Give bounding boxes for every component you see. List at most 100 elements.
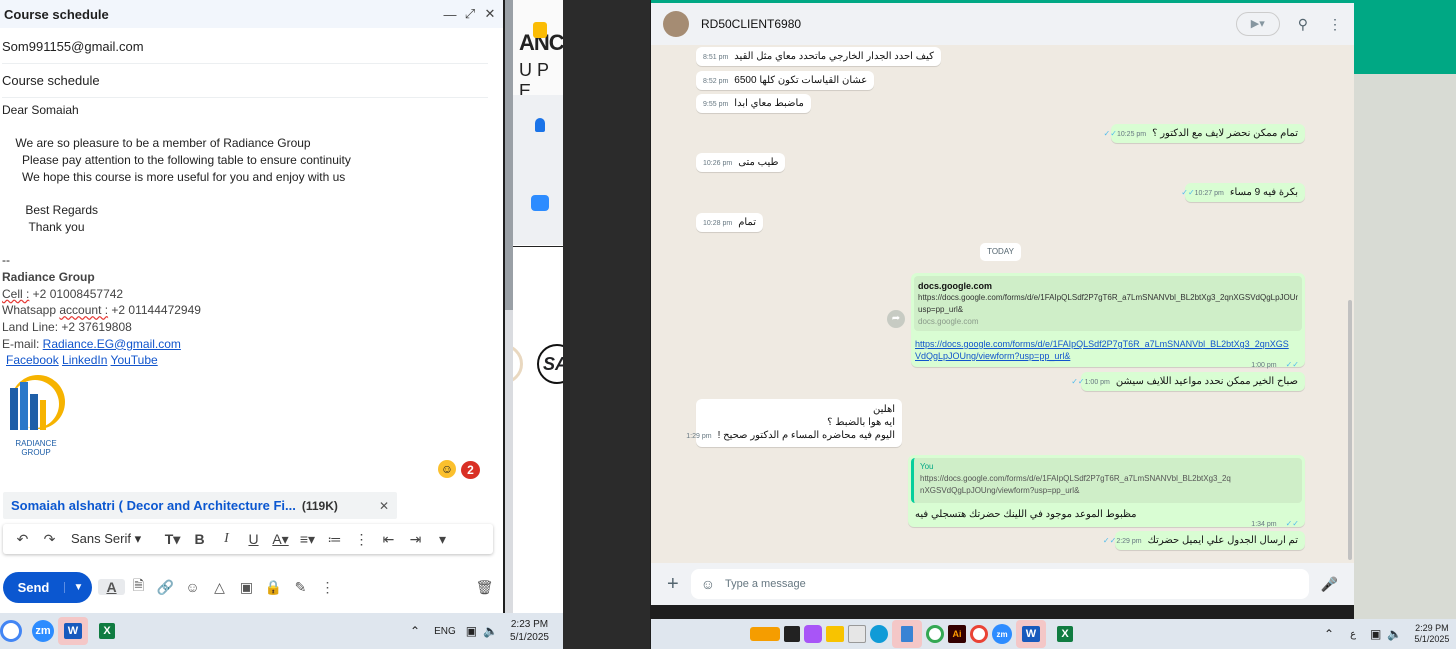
underline-icon[interactable]: U	[240, 531, 267, 547]
more-options-icon[interactable]: ⋮	[314, 579, 341, 596]
drive-icon[interactable]: △	[206, 579, 233, 596]
copilot-icon[interactable]	[804, 625, 822, 643]
message-bubble-incoming[interactable]: طيب متى10:26 pm	[696, 153, 786, 172]
taskbar-search[interactable]	[651, 623, 746, 645]
formatting-toggle-icon[interactable]: A	[98, 579, 125, 595]
notepad-icon[interactable]	[892, 620, 922, 648]
bulleted-list-icon[interactable]: ⋮	[348, 531, 375, 548]
clock[interactable]: 2:29 PM 5/1/2025	[1414, 623, 1449, 645]
attachment-chip[interactable]: Somaiah alshatri ( Decor and Architectur…	[3, 492, 397, 519]
italic-icon[interactable]: I	[213, 531, 240, 547]
remove-attachment-icon[interactable]: ✕	[379, 499, 389, 513]
confidential-mode-icon[interactable]: 🔒	[260, 579, 287, 596]
quoted-message[interactable]: You https://docs.google.com/forms/d/e/1F…	[911, 458, 1302, 503]
emoji-icon[interactable]: ☺	[438, 460, 456, 478]
message-bubble-incoming[interactable]: اهلين ايه هوا بالضبط ؟ اليوم فيه محاضره …	[686, 399, 902, 447]
clock[interactable]: 2:23 PM 5/1/2025	[510, 618, 549, 644]
youtube-link[interactable]: YouTube	[111, 353, 158, 367]
file-explorer-icon[interactable]	[826, 626, 844, 642]
forward-icon[interactable]: ➦	[887, 310, 905, 328]
message-bubble-outgoing[interactable]: صباح الخير ممكن نحدد مواعيد اللايف سيشن1…	[1071, 372, 1305, 391]
link-preview-card[interactable]: docs.google.com https://docs.google.com/…	[914, 276, 1302, 331]
send-button[interactable]: Send ▼	[3, 571, 92, 603]
discard-icon[interactable]: 🗑	[471, 579, 498, 596]
volume-icon[interactable]: 🔈	[483, 624, 498, 638]
close-icon[interactable]: ✕	[481, 6, 499, 22]
more-formatting-icon[interactable]: ▾	[429, 531, 456, 548]
message-bubble-outgoing[interactable]: تمام ممكن نحضر لايف مع الدكتور ؟10:25 pm…	[1104, 124, 1305, 143]
volume-icon[interactable]: 🔈	[1387, 627, 1402, 641]
message-input[interactable]: ☺ Type a message	[690, 569, 1309, 599]
align-icon[interactable]: ≡▾	[294, 531, 321, 548]
attach-file-icon[interactable]: 🗎	[125, 575, 152, 599]
avatar[interactable]	[663, 11, 689, 37]
text-color-icon[interactable]: A▾	[267, 531, 294, 548]
message-bubble-incoming[interactable]: كيف احدد الجدار الخارجي ماتحدد معاي مثل …	[696, 47, 941, 66]
numbered-list-icon[interactable]: ≔	[321, 531, 348, 548]
bold-icon[interactable]: B	[186, 531, 213, 547]
attachment-name[interactable]: Somaiah alshatri ( Decor and Architectur…	[11, 498, 296, 513]
indent-less-icon[interactable]: ⇤	[375, 531, 402, 548]
search-icon[interactable]: ⚲	[1298, 16, 1308, 33]
edge-icon[interactable]	[870, 625, 888, 643]
chrome-icon[interactable]	[926, 625, 944, 643]
chrome-profile-icon[interactable]	[970, 625, 988, 643]
illustrator-icon[interactable]: Ai	[948, 625, 966, 643]
read-receipt-icon: ✓✓	[1181, 188, 1195, 197]
undo-icon[interactable]: ↶	[9, 531, 36, 548]
emoji-icon[interactable]: ☺	[701, 576, 715, 592]
signature-company: Radiance Group	[2, 269, 95, 284]
network-icon[interactable]: ▣	[466, 624, 477, 638]
message-bubble-outgoing[interactable]: تم ارسال الجدول علي ايميل حضرتك2:29 pm✓✓	[1103, 531, 1305, 550]
chrome-icon[interactable]	[0, 620, 22, 642]
message-bubble-incoming[interactable]: ماضبط معاي ابدا9:55 pm	[696, 94, 811, 113]
chat-header[interactable]: RD50CLIENT6980 ▶▾ ⚲ ⋮	[651, 3, 1354, 45]
show-hidden-icons-icon[interactable]: ⌃	[1324, 627, 1334, 641]
excel-icon[interactable]: X	[1050, 620, 1080, 648]
minimize-icon[interactable]: —	[441, 7, 459, 22]
chat-scrollbar[interactable]	[1348, 300, 1352, 560]
snipping-tool-icon[interactable]	[848, 625, 866, 643]
message-bubble-outgoing[interactable]: بكرة فيه 9 مساء10:27 pm✓✓	[1181, 183, 1305, 202]
facebook-link[interactable]: Facebook	[6, 353, 59, 367]
insert-photo-icon[interactable]: ▣	[233, 579, 260, 596]
show-hidden-icons-icon[interactable]: ⌃	[410, 624, 420, 638]
attach-plus-icon[interactable]: +	[667, 573, 679, 596]
message-bubble-incoming[interactable]: تمام10:28 pm	[696, 213, 763, 232]
word-icon[interactable]: W	[58, 617, 88, 645]
message-body[interactable]: Dear Somaiah We are so pleasure to be a …	[2, 102, 492, 369]
zoom-icon[interactable]: zm	[32, 620, 54, 642]
background-page-strip: ANCE U P E SA	[513, 0, 563, 613]
link-message-bubble[interactable]: docs.google.com https://docs.google.com/…	[911, 273, 1305, 369]
insert-link-icon[interactable]: 🔗	[152, 579, 179, 596]
scrollbar-thumb[interactable]	[505, 0, 513, 310]
excel-icon[interactable]: X	[92, 617, 122, 645]
microphone-icon[interactable]: 🎤	[1321, 576, 1338, 593]
indent-more-icon[interactable]: ⇥	[402, 531, 429, 548]
send-options-icon[interactable]: ▼	[64, 581, 92, 593]
weather-widget-icon[interactable]	[750, 627, 780, 641]
redo-icon[interactable]: ↷	[36, 531, 63, 548]
word-icon[interactable]: W	[1016, 620, 1046, 648]
notification-badge[interactable]: 2	[459, 459, 482, 481]
contact-name[interactable]: RD50CLIENT6980	[701, 17, 1236, 31]
message-bubble-incoming[interactable]: عشان القياسات تكون كلها 65008:52 pm	[696, 71, 875, 90]
message-link[interactable]: https://docs.google.com/forms/d/e/1FAIpQ…	[915, 338, 1289, 362]
menu-icon[interactable]: ⋮	[1328, 16, 1342, 33]
insert-emoji-icon[interactable]: ☺	[179, 579, 206, 595]
email-link[interactable]: Radiance.EG@gmail.com	[43, 337, 181, 351]
network-icon[interactable]: ▣	[1370, 627, 1381, 641]
video-call-icon[interactable]: ▶▾	[1235, 12, 1280, 36]
language-indicator[interactable]: ENG	[434, 626, 456, 637]
task-view-icon[interactable]	[784, 626, 800, 642]
expand-icon[interactable]: ⤢	[461, 6, 479, 22]
to-field[interactable]: Som991155@gmail.com	[2, 30, 488, 64]
language-indicator[interactable]: ع	[1350, 629, 1356, 640]
font-select[interactable]: Sans Serif ▾	[71, 531, 159, 547]
reply-message-bubble[interactable]: You https://docs.google.com/forms/d/e/1F…	[908, 455, 1305, 528]
zoom-icon[interactable]: zm	[992, 624, 1012, 644]
signature-icon[interactable]: ✎	[287, 579, 314, 596]
subject-field[interactable]: Course schedule	[2, 64, 488, 98]
font-size-icon[interactable]: T▾	[159, 531, 186, 548]
linkedin-link[interactable]: LinkedIn	[62, 353, 107, 367]
